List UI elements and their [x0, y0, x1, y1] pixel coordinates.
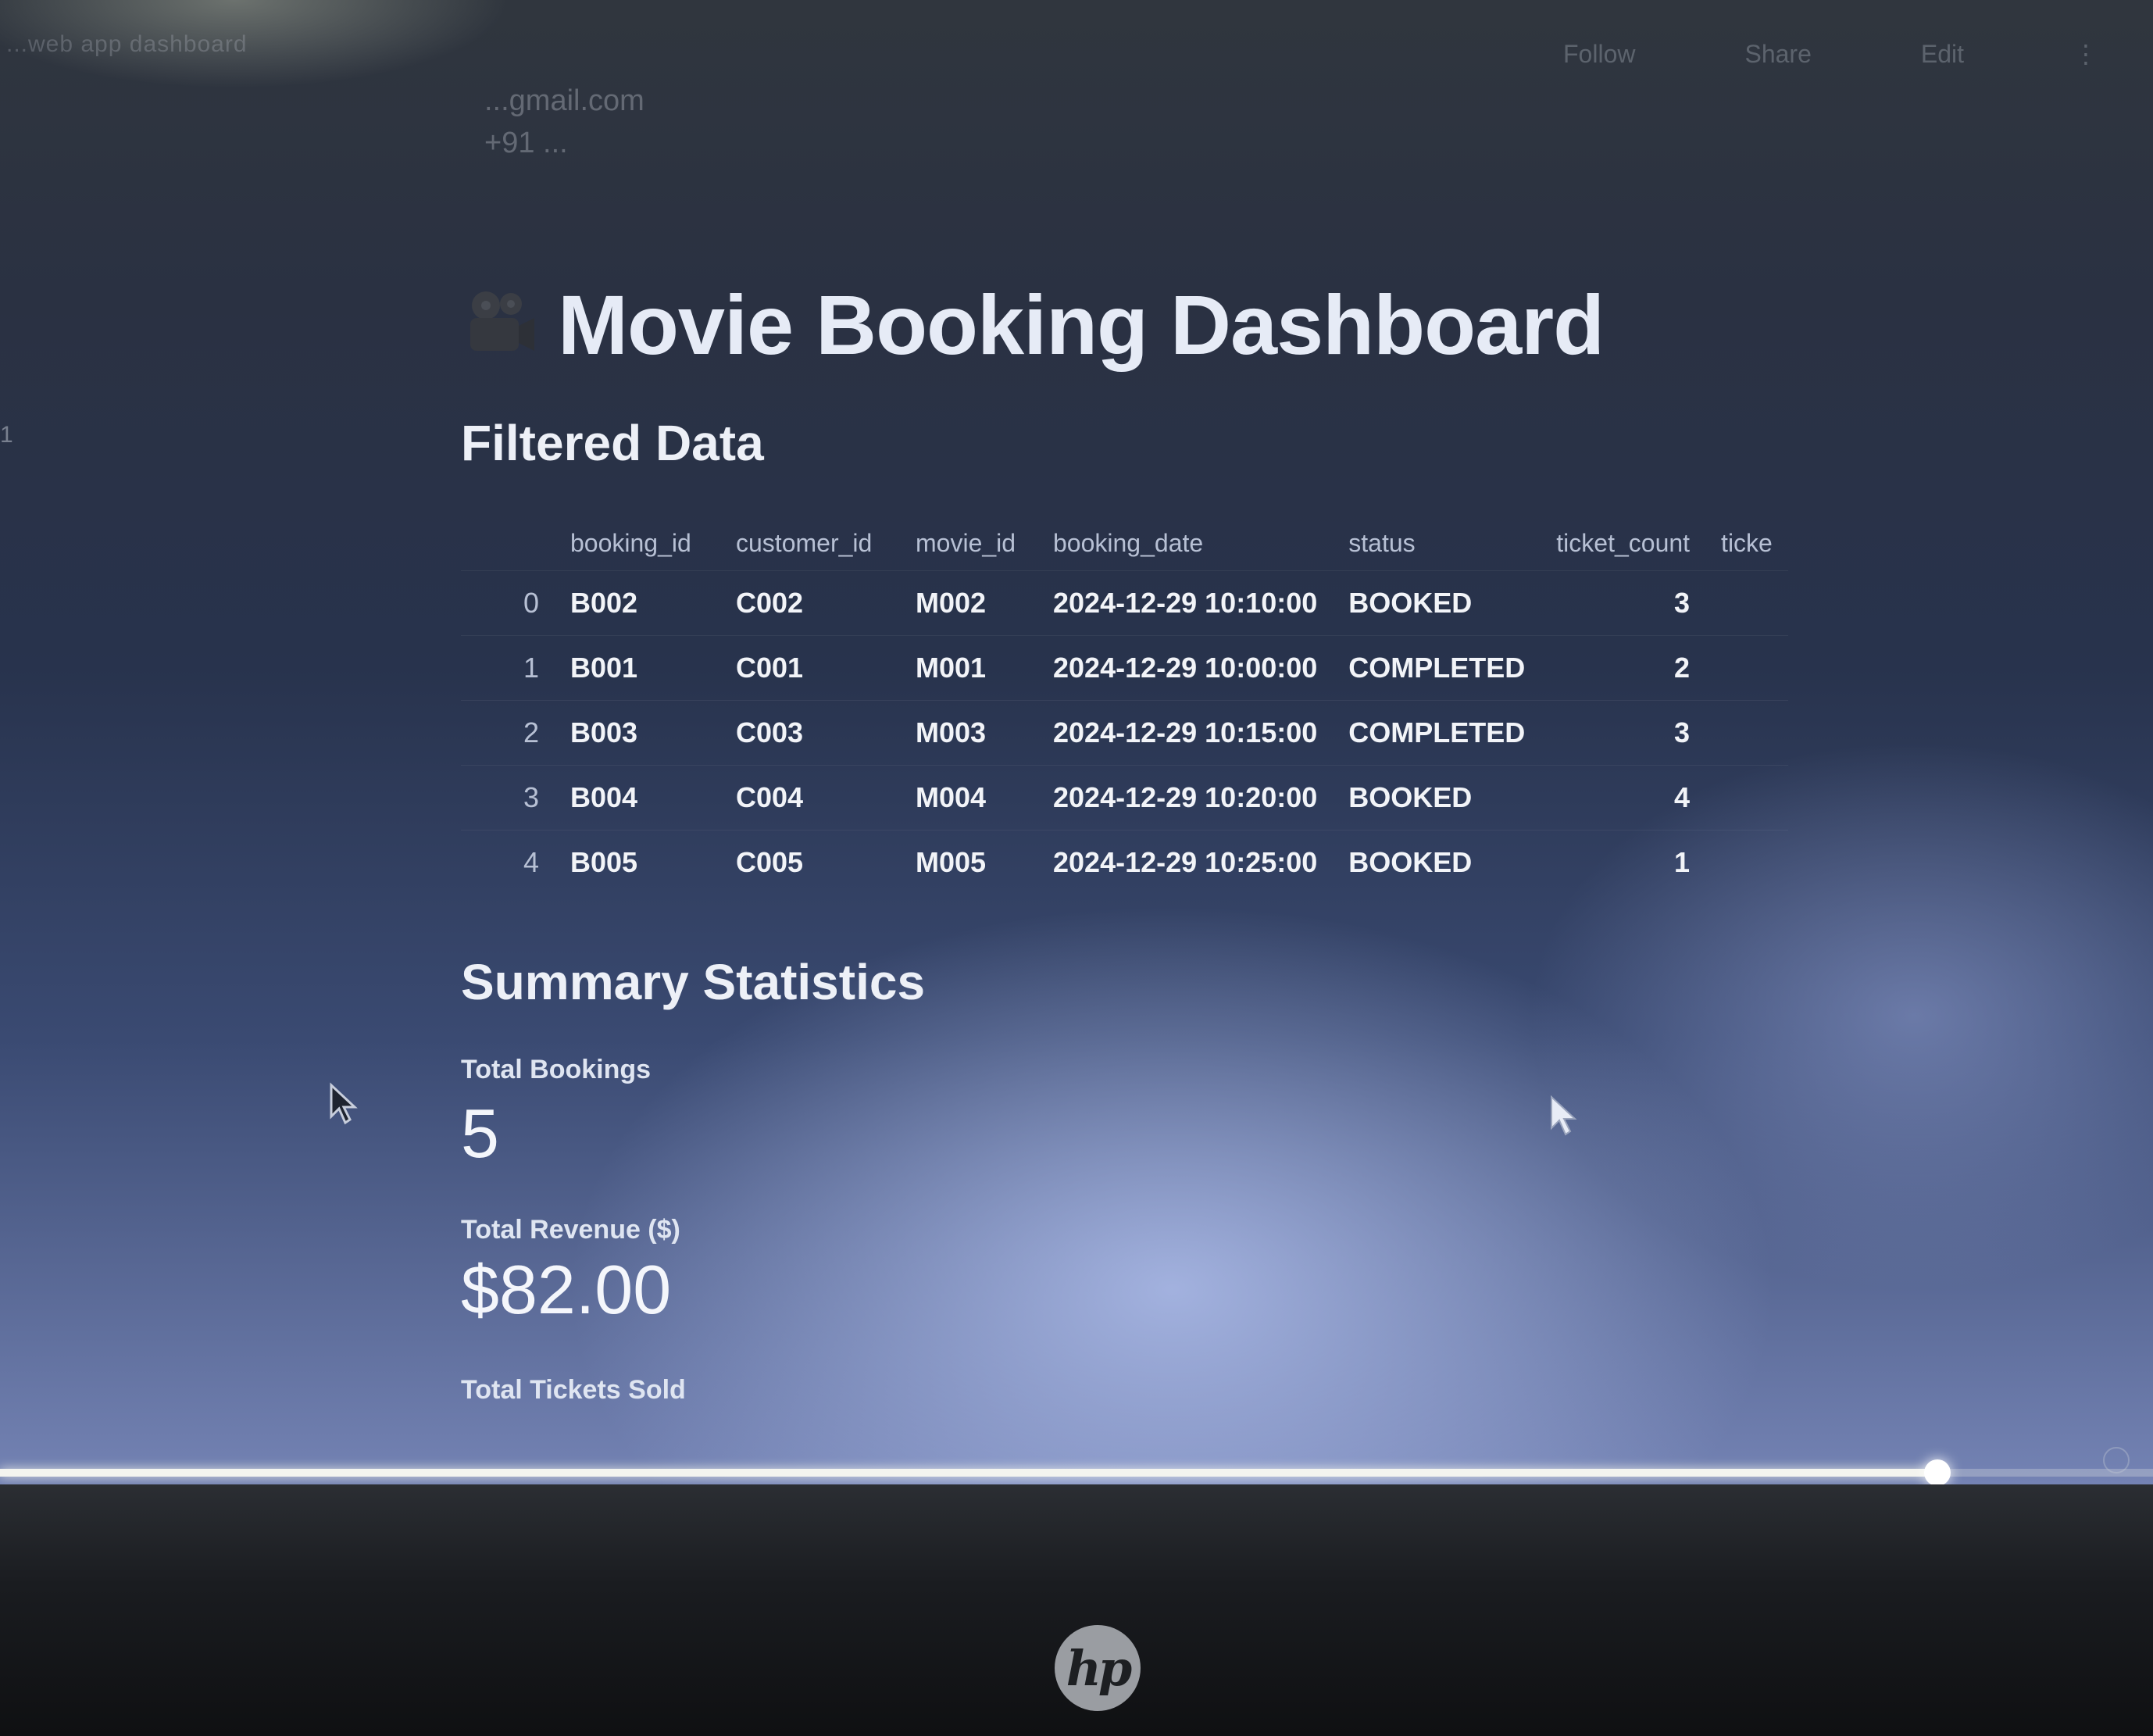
- total-revenue-value: $82.00: [461, 1251, 672, 1328]
- hp-logo-text: hp: [1066, 1639, 1132, 1697]
- video-progress-fill: [0, 1469, 1938, 1477]
- row-index: 3: [461, 765, 555, 830]
- movie-id-cell: M002: [900, 570, 1037, 636]
- monitor-screen: ...web app dashboard Follow Share Edit ⋮…: [0, 0, 2153, 1484]
- status-cell: BOOKED: [1333, 765, 1541, 830]
- empty-cell: [1705, 765, 1788, 830]
- contact-email: ...gmail.com: [484, 84, 644, 117]
- status-cell: BOOKED: [1333, 570, 1541, 636]
- column-header[interactable]: customer_id: [720, 516, 900, 571]
- customer-id-cell: C003: [720, 700, 900, 766]
- booking-date-cell: 2024-12-29 10:25:00: [1037, 830, 1334, 895]
- column-header[interactable]: booking_date: [1037, 516, 1333, 571]
- table-row: 2 B003 C003 M003 2024-12-29 10:15:00 COM…: [461, 700, 1788, 766]
- table-row: 4 B005 C005 M005 2024-12-29 10:25:00 BOO…: [461, 830, 1788, 895]
- index-header: [461, 516, 555, 571]
- bookings-table: booking_id customer_id movie_id booking_…: [461, 516, 1788, 895]
- mouse-pointer-icon: [1548, 1094, 1580, 1138]
- column-header[interactable]: ticket_count: [1541, 516, 1705, 571]
- customer-id-cell: C004: [720, 765, 900, 830]
- summary-statistics-heading: Summary Statistics: [461, 954, 926, 1010]
- row-index: 1: [461, 635, 555, 701]
- column-header[interactable]: status: [1333, 516, 1541, 571]
- total-bookings-value: 5: [461, 1095, 499, 1172]
- hp-logo: hp: [1055, 1625, 1141, 1711]
- column-header[interactable]: movie_id: [900, 516, 1037, 571]
- follow-button[interactable]: Follow: [1563, 40, 1635, 69]
- edit-button[interactable]: Edit: [1921, 40, 1964, 69]
- contact-phone: +91 ...: [484, 127, 568, 159]
- total-tickets-sold-label: Total Tickets Sold: [461, 1375, 686, 1405]
- page-title: Movie Booking Dashboard: [558, 277, 1605, 372]
- booking-date-cell: 2024-12-29 10:20:00: [1037, 765, 1334, 830]
- empty-cell: [1705, 700, 1788, 766]
- booking-date-cell: 2024-12-29 10:15:00: [1037, 700, 1334, 766]
- movie-id-cell: M005: [900, 830, 1037, 895]
- booking-id-cell: B002: [555, 570, 720, 636]
- ticket-count-cell: 1: [1541, 830, 1706, 895]
- empty-cell: [1705, 830, 1788, 895]
- app-window-title: ...web app dashboard: [6, 31, 248, 57]
- filtered-data-heading: Filtered Data: [461, 415, 764, 471]
- main-content: Movie Booking Dashboard Filtered Data bo…: [461, 266, 1867, 1405]
- topbar-actions: Follow Share Edit ⋮: [1563, 39, 2098, 69]
- column-header[interactable]: booking_id: [555, 516, 720, 571]
- video-progress-knob[interactable]: [1924, 1459, 1951, 1484]
- booking-id-cell: B003: [555, 700, 720, 766]
- table-row: 1 B001 C001 M001 2024-12-29 10:00:00 COM…: [461, 635, 1788, 701]
- empty-cell: [1705, 570, 1788, 636]
- video-progress-bar[interactable]: [0, 1459, 2153, 1484]
- booking-id-cell: B001: [555, 635, 720, 701]
- table-header-row: booking_id customer_id movie_id booking_…: [461, 516, 1788, 571]
- empty-cell: [1705, 635, 1788, 701]
- table-row: 3 B004 C004 M004 2024-12-29 10:20:00 BOO…: [461, 765, 1788, 830]
- customer-id-cell: C002: [720, 570, 900, 636]
- total-revenue-label: Total Revenue ($): [461, 1215, 680, 1245]
- ticket-count-cell: 3: [1541, 570, 1706, 636]
- column-header-truncated[interactable]: ticke: [1705, 516, 1788, 571]
- total-bookings-label: Total Bookings: [461, 1055, 652, 1084]
- more-menu-icon[interactable]: ⋮: [2073, 39, 2098, 69]
- customer-id-cell: C001: [720, 635, 900, 701]
- ticket-count-cell: 4: [1541, 765, 1706, 830]
- status-cell: BOOKED: [1333, 830, 1541, 895]
- share-button[interactable]: Share: [1744, 40, 1811, 69]
- row-index: 2: [461, 700, 555, 766]
- booking-date-cell: 2024-12-29 10:00:00: [1037, 635, 1334, 701]
- customer-id-cell: C005: [720, 830, 900, 895]
- row-index: 4: [461, 830, 555, 895]
- mouse-pointer-icon: [328, 1082, 359, 1126]
- movie-id-cell: M003: [900, 700, 1037, 766]
- film-camera-icon: [461, 285, 539, 363]
- movie-id-cell: M001: [900, 635, 1037, 701]
- movie-id-cell: M004: [900, 765, 1037, 830]
- row-index: 0: [461, 570, 555, 636]
- title-row: Movie Booking Dashboard: [461, 266, 1867, 383]
- bookings-table-container[interactable]: booking_id customer_id movie_id booking_…: [461, 516, 1789, 895]
- settings-icon[interactable]: [2103, 1447, 2130, 1473]
- sidebar-edge-mark: 1: [0, 422, 13, 448]
- booking-id-cell: B005: [555, 830, 720, 895]
- table-row: 0 B002 C002 M002 2024-12-29 10:10:00 BOO…: [461, 570, 1788, 636]
- ticket-count-cell: 2: [1541, 635, 1706, 701]
- booking-date-cell: 2024-12-29 10:10:00: [1037, 570, 1334, 636]
- status-cell: COMPLETED: [1333, 635, 1541, 701]
- status-cell: COMPLETED: [1333, 700, 1541, 766]
- ticket-count-cell: 3: [1541, 700, 1706, 766]
- booking-id-cell: B004: [555, 765, 720, 830]
